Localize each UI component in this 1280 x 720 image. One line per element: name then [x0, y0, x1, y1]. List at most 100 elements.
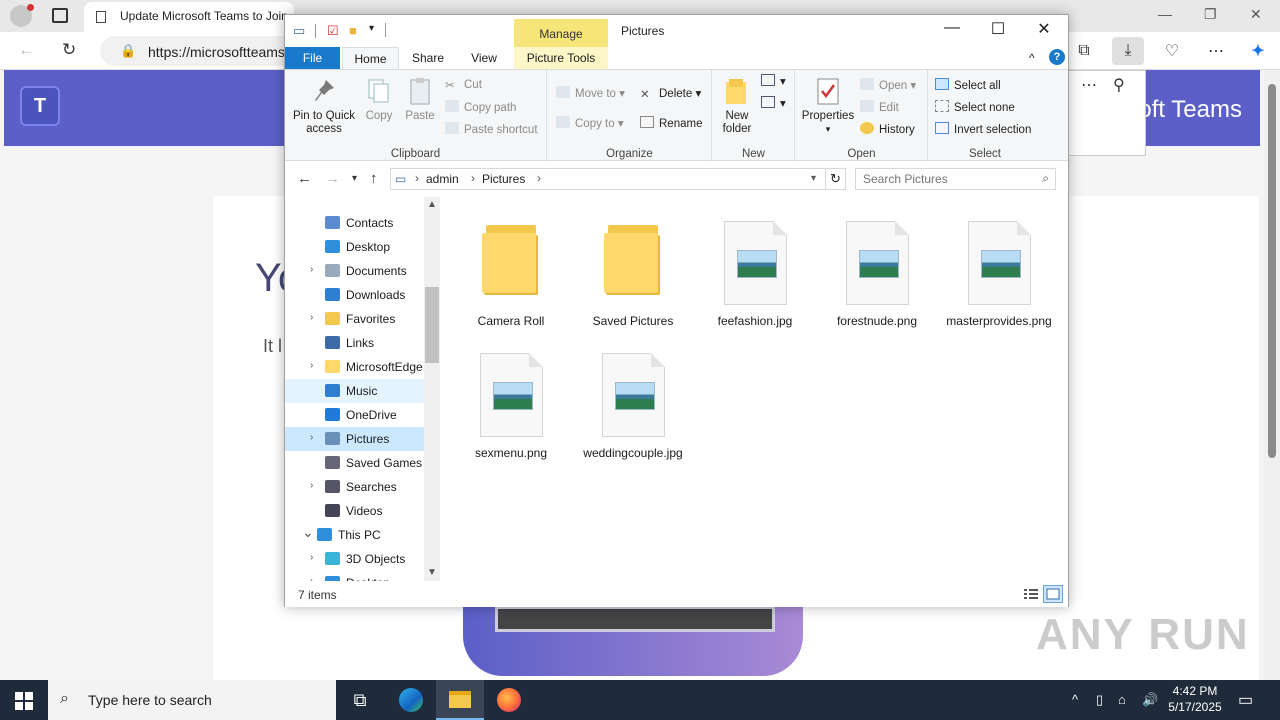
move-to-button[interactable]: Move to ▾: [556, 86, 625, 100]
help-icon[interactable]: ?: [1049, 49, 1065, 65]
tab-actions-icon[interactable]: [52, 8, 68, 23]
collections-icon[interactable]: ⧉: [1068, 37, 1100, 65]
large-icons-view-icon[interactable]: [1043, 585, 1063, 603]
nav-item[interactable]: Contacts: [285, 211, 424, 235]
copilot-icon[interactable]: ✦: [1242, 37, 1274, 65]
copy-button[interactable]: Copy: [359, 76, 399, 123]
close-button[interactable]: ✕: [1021, 19, 1067, 41]
tab-home[interactable]: Home: [342, 47, 399, 69]
maximize-button[interactable]: ☐: [975, 19, 1021, 41]
new-folder-button[interactable]: New folder: [717, 76, 757, 136]
file-explorer-icon[interactable]: [436, 680, 484, 720]
collapse-chevron-icon[interactable]: ⌄: [302, 524, 314, 541]
new-folder-quick-icon[interactable]: ■: [349, 23, 357, 38]
nav-item[interactable]: › Favorites: [285, 307, 424, 331]
breadcrumb[interactable]: ▭ › admin › Pictures › ▾: [390, 168, 826, 190]
nav-item[interactable]: OneDrive: [285, 403, 424, 427]
scroll-up-icon[interactable]: ▲: [427, 199, 437, 210]
folder-item[interactable]: Saved Pictures: [573, 209, 693, 339]
file-item[interactable]: feefashion.jpg: [695, 209, 815, 339]
minimize-button[interactable]: —: [929, 19, 975, 41]
expand-chevron-icon[interactable]: ›: [310, 264, 313, 275]
pin-to-quick-access-button[interactable]: Pin to Quick access: [289, 76, 359, 136]
expand-chevron-icon[interactable]: ›: [310, 432, 313, 443]
tab-picture-tools[interactable]: Picture Tools: [514, 47, 608, 69]
edit-button[interactable]: Edit: [860, 100, 899, 114]
taskbar-clock[interactable]: 4:42 PM 5/17/2025: [1166, 683, 1224, 715]
edge-icon[interactable]: [387, 680, 435, 720]
properties-quick-icon[interactable]: ☑: [327, 23, 339, 39]
device-icon[interactable]: ▯: [1096, 692, 1103, 708]
file-item[interactable]: weddingcouple.jpg: [573, 341, 693, 471]
tab-manage[interactable]: Manage: [514, 19, 608, 47]
nav-scrollbar[interactable]: ▲ ▼: [424, 197, 440, 581]
nav-item[interactable]: Desktop: [285, 235, 424, 259]
volume-icon[interactable]: 🔊: [1142, 692, 1158, 708]
expand-chevron-icon[interactable]: ›: [310, 312, 313, 323]
expand-chevron-icon[interactable]: ›: [310, 360, 313, 371]
search-input[interactable]: [856, 169, 1026, 189]
minimize-ribbon-icon[interactable]: ^: [1029, 51, 1035, 65]
expand-chevron-icon[interactable]: ›: [310, 552, 313, 563]
nav-item[interactable]: Saved Games: [285, 451, 424, 475]
select-none-button[interactable]: Select none: [935, 100, 1015, 114]
network-icon[interactable]: ⌂: [1118, 692, 1126, 707]
tab-file[interactable]: File: [285, 47, 340, 69]
properties-button[interactable]: Properties ▾: [800, 76, 856, 136]
browser-tab[interactable]: Update Microsoft Teams to Join: [84, 2, 294, 32]
taskbar-search[interactable]: ⌕ Type here to search: [48, 680, 336, 720]
recent-locations-icon[interactable]: ▾: [352, 173, 357, 184]
copy-to-button[interactable]: Copy to ▾: [556, 116, 624, 130]
up-arrow-icon[interactable]: ↑: [370, 170, 378, 187]
file-item[interactable]: sexmenu.png: [451, 341, 571, 471]
history-button[interactable]: History: [860, 122, 915, 136]
address-dropdown-icon[interactable]: ▾: [811, 173, 816, 184]
back-icon[interactable]: ←: [18, 40, 35, 60]
delete-button[interactable]: ✕ Delete ▾: [640, 86, 701, 101]
easy-access-button[interactable]: ▾: [761, 96, 786, 110]
notifications-icon[interactable]: ▭: [1238, 690, 1253, 710]
back-arrow-icon[interactable]: ←: [297, 170, 312, 187]
tab-view[interactable]: View: [457, 47, 511, 69]
file-item[interactable]: masterprovides.png: [939, 209, 1059, 339]
paste-shortcut-button[interactable]: Paste shortcut: [445, 122, 538, 136]
downloads-icon[interactable]: ⤓: [1112, 37, 1144, 65]
customize-quick-access-icon[interactable]: ▾: [369, 23, 374, 34]
firefox-icon[interactable]: [485, 680, 533, 720]
search-box[interactable]: ⌕: [855, 168, 1056, 190]
details-view-icon[interactable]: [1021, 585, 1041, 603]
paste-button[interactable]: Paste: [401, 76, 439, 123]
windows-start-icon[interactable]: [15, 692, 33, 710]
nav-item[interactable]: › Documents: [285, 259, 424, 283]
nav-item[interactable]: › Pictures: [285, 427, 424, 451]
copy-path-button[interactable]: Copy path: [445, 100, 516, 114]
rename-button[interactable]: Rename: [640, 116, 702, 130]
more-options-icon[interactable]: ⋯: [1200, 37, 1232, 65]
browser-minimize-button[interactable]: —: [1158, 6, 1172, 22]
nav-item[interactable]: › Searches: [285, 475, 424, 499]
nav-item[interactable]: Downloads: [285, 283, 424, 307]
nav-scroll-thumb[interactable]: [425, 287, 439, 363]
nav-item[interactable]: ⌄ This PC: [285, 523, 424, 547]
address-bar[interactable]: 🔒 https://microsoftteams: [100, 36, 300, 66]
profile-avatar-icon[interactable]: [10, 4, 34, 27]
scroll-down-icon[interactable]: ▼: [427, 567, 437, 578]
page-scrollbar[interactable]: [1264, 70, 1280, 680]
invert-selection-button[interactable]: Invert selection: [935, 122, 1031, 136]
nav-item[interactable]: › MicrosoftEdge: [285, 355, 424, 379]
pin-icon[interactable]: ⚲: [1113, 75, 1125, 95]
expand-chevron-icon[interactable]: ›: [310, 480, 313, 491]
browser-close-button[interactable]: ✕: [1250, 6, 1262, 23]
nav-item[interactable]: Music: [285, 379, 424, 403]
cut-button[interactable]: ✂ Cut: [445, 78, 482, 92]
task-view-icon[interactable]: ⧉: [336, 680, 384, 720]
file-item[interactable]: forestnude.png: [817, 209, 937, 339]
browser-essentials-icon[interactable]: ♡: [1156, 37, 1188, 65]
select-all-button[interactable]: Select all: [935, 78, 1001, 92]
nav-item[interactable]: Videos: [285, 499, 424, 523]
browser-restore-button[interactable]: ❐: [1204, 6, 1217, 23]
breadcrumb-admin[interactable]: admin: [426, 172, 459, 186]
new-item-button[interactable]: ▾: [761, 74, 786, 88]
open-button[interactable]: Open ▾: [860, 78, 916, 92]
show-hidden-icons-icon[interactable]: ^: [1072, 692, 1078, 707]
